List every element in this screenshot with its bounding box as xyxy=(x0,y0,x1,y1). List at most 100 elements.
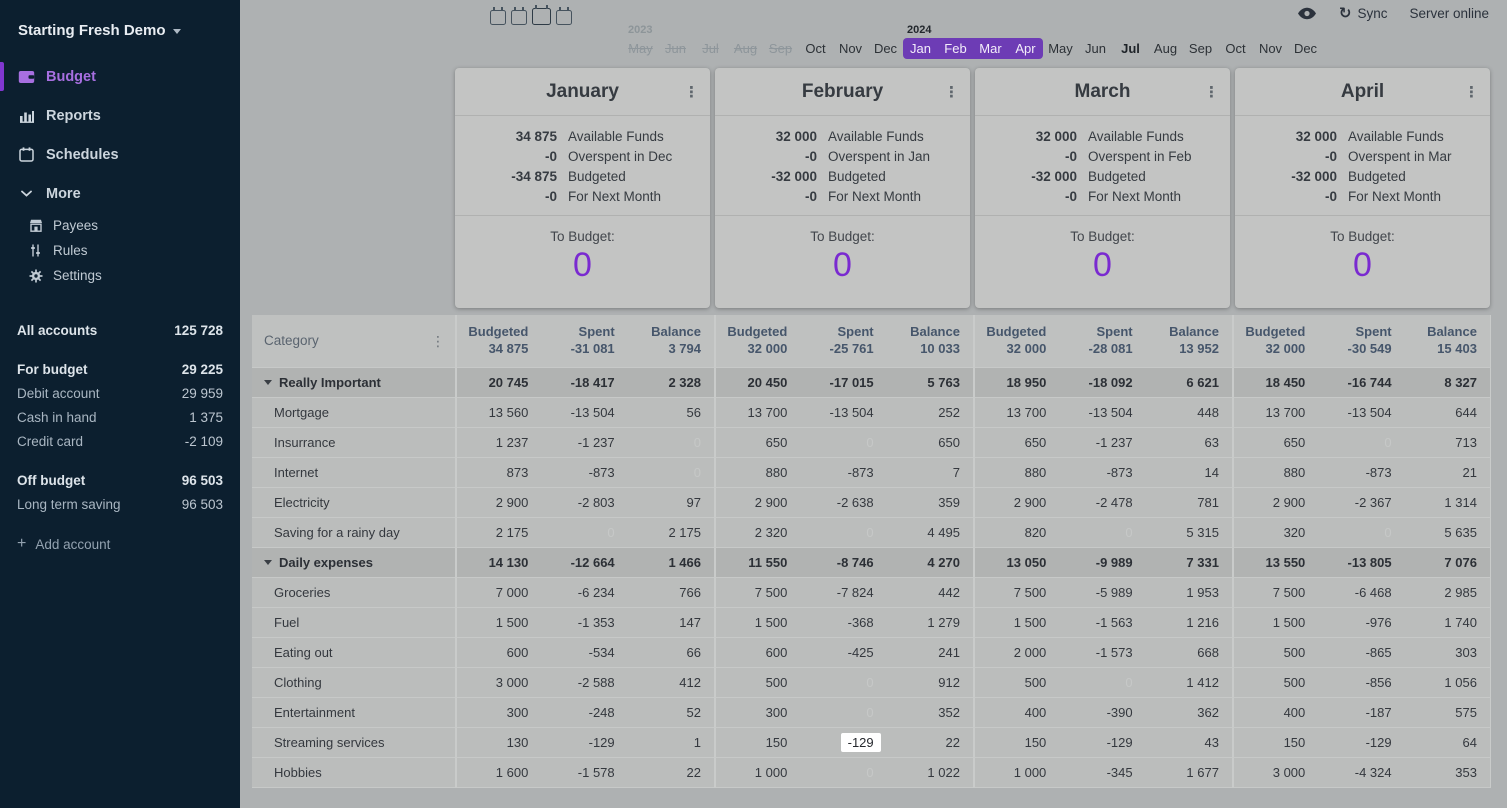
budget-value-cell[interactable]: 713 xyxy=(1405,428,1491,458)
budget-value-cell[interactable]: -8 746 xyxy=(800,548,886,578)
budget-value-cell[interactable]: 650 xyxy=(714,428,800,458)
kebab-menu-icon[interactable]: ⋮ xyxy=(1464,83,1479,101)
budget-value-cell[interactable]: -129 xyxy=(541,728,627,758)
budget-value-cell[interactable]: 600 xyxy=(455,638,541,668)
column-header-budgeted[interactable]: Budgeted32 000 xyxy=(973,315,1059,368)
budget-value-cell[interactable]: 500 xyxy=(1232,638,1318,668)
budget-value-cell[interactable]: -18 092 xyxy=(1059,368,1145,398)
category-name-cell[interactable]: Fuel xyxy=(252,608,455,638)
budget-value-cell[interactable]: -16 744 xyxy=(1318,368,1404,398)
budget-value-cell[interactable]: -129 xyxy=(800,728,886,758)
collapse-triangle-icon[interactable] xyxy=(264,560,272,565)
budget-value-cell[interactable]: 2 320 xyxy=(714,518,800,548)
budget-value-cell[interactable]: 241 xyxy=(887,638,973,668)
category-name-cell[interactable]: Streaming services xyxy=(252,728,455,758)
budget-value-cell[interactable]: 600 xyxy=(714,638,800,668)
column-header-balance[interactable]: Balance10 033 xyxy=(887,315,973,368)
budget-value-cell[interactable]: 1 314 xyxy=(1405,488,1491,518)
budget-value-cell[interactable]: -2 638 xyxy=(800,488,886,518)
budget-value-cell[interactable]: -1 578 xyxy=(541,758,627,788)
budget-value-cell[interactable]: -2 588 xyxy=(541,668,627,698)
budget-value-cell[interactable]: 2 175 xyxy=(455,518,541,548)
budget-value-cell[interactable]: 63 xyxy=(1146,428,1232,458)
sidebar-item-reports[interactable]: Reports xyxy=(0,96,240,135)
budget-value-cell[interactable]: 7 500 xyxy=(973,578,1059,608)
budget-value-cell[interactable]: -248 xyxy=(541,698,627,728)
budget-value-cell[interactable]: 1 xyxy=(628,728,714,758)
budget-value-cell[interactable]: 650 xyxy=(887,428,973,458)
budget-value-cell[interactable]: -534 xyxy=(541,638,627,668)
collapse-triangle-icon[interactable] xyxy=(264,380,272,385)
budget-value-cell[interactable]: -129 xyxy=(1059,728,1145,758)
budget-value-cell[interactable]: 2 328 xyxy=(628,368,714,398)
budget-value-cell[interactable]: 52 xyxy=(628,698,714,728)
budget-value-cell[interactable]: 400 xyxy=(973,698,1059,728)
budget-value-cell[interactable]: 0 xyxy=(800,668,886,698)
account-item-cash-in-hand[interactable]: Cash in hand1 375 xyxy=(0,405,240,429)
budget-value-cell[interactable]: -856 xyxy=(1318,668,1404,698)
budget-value-cell[interactable]: 7 xyxy=(887,458,973,488)
budget-value-cell[interactable]: 1 056 xyxy=(1405,668,1491,698)
month-oct-2024[interactable]: Oct xyxy=(1218,38,1253,59)
budget-value-cell[interactable]: 5 635 xyxy=(1405,518,1491,548)
column-header-balance[interactable]: Balance15 403 xyxy=(1405,315,1491,368)
budget-value-cell[interactable]: -13 504 xyxy=(800,398,886,428)
budget-value-cell[interactable]: 18 950 xyxy=(973,368,1059,398)
budget-value-cell[interactable]: 21 xyxy=(1405,458,1491,488)
month-nov-2024[interactable]: Nov xyxy=(1253,38,1288,59)
budget-value-cell[interactable]: -17 015 xyxy=(800,368,886,398)
budget-value-cell[interactable]: 1 500 xyxy=(1232,608,1318,638)
budget-value-cell[interactable]: 400 xyxy=(1232,698,1318,728)
budget-value-cell[interactable]: -18 417 xyxy=(541,368,627,398)
budget-value-cell[interactable]: 668 xyxy=(1146,638,1232,668)
to-budget-value[interactable]: 0 xyxy=(715,246,970,285)
budget-value-cell[interactable]: 147 xyxy=(628,608,714,638)
category-name-cell[interactable]: Mortgage xyxy=(252,398,455,428)
budget-value-cell[interactable]: 1 000 xyxy=(973,758,1059,788)
budget-file-switcher[interactable]: Starting Fresh Demo xyxy=(18,22,226,39)
budget-value-cell[interactable]: 2 000 xyxy=(973,638,1059,668)
category-name-cell[interactable]: Eating out xyxy=(252,638,455,668)
month-feb-2024[interactable]: Feb xyxy=(938,38,973,59)
budget-value-cell[interactable]: -1 573 xyxy=(1059,638,1145,668)
budget-value-cell[interactable]: 150 xyxy=(1232,728,1318,758)
calendar-4-month-icon[interactable] xyxy=(556,10,572,25)
budget-value-cell[interactable]: -425 xyxy=(800,638,886,668)
month-may-2024[interactable]: May xyxy=(1043,38,1078,59)
budget-value-cell[interactable]: 412 xyxy=(628,668,714,698)
budget-value-cell[interactable]: 2 985 xyxy=(1405,578,1491,608)
account-group-for-budget[interactable]: For budget29 225 xyxy=(0,357,240,381)
budget-value-cell[interactable]: 22 xyxy=(628,758,714,788)
budget-value-cell[interactable]: 1 600 xyxy=(455,758,541,788)
budget-value-cell[interactable]: 500 xyxy=(714,668,800,698)
month-sep-2023[interactable]: Sep xyxy=(763,38,798,59)
column-header-spent[interactable]: Spent-31 081 xyxy=(541,315,627,368)
category-name-cell[interactable]: Saving for a rainy day xyxy=(252,518,455,548)
budget-value-cell[interactable]: -4 324 xyxy=(1318,758,1404,788)
budget-value-cell[interactable]: 13 700 xyxy=(1232,398,1318,428)
budget-value-cell[interactable]: 880 xyxy=(1232,458,1318,488)
category-header-cell[interactable]: Category ⋮ xyxy=(252,315,455,368)
budget-value-cell[interactable]: 781 xyxy=(1146,488,1232,518)
budget-value-cell[interactable]: 1 740 xyxy=(1405,608,1491,638)
budget-value-cell[interactable]: 650 xyxy=(973,428,1059,458)
column-header-budgeted[interactable]: Budgeted32 000 xyxy=(1232,315,1318,368)
budget-value-cell[interactable]: 820 xyxy=(973,518,1059,548)
budget-value-cell[interactable]: -2 478 xyxy=(1059,488,1145,518)
budget-value-cell[interactable]: 64 xyxy=(1405,728,1491,758)
column-header-balance[interactable]: Balance3 794 xyxy=(628,315,714,368)
budget-value-cell[interactable]: 7 500 xyxy=(1232,578,1318,608)
column-header-spent[interactable]: Spent-28 081 xyxy=(1059,315,1145,368)
month-apr-2024[interactable]: Apr xyxy=(1008,38,1043,59)
budget-value-cell[interactable]: -2 367 xyxy=(1318,488,1404,518)
budget-value-cell[interactable]: 4 495 xyxy=(887,518,973,548)
budget-value-cell[interactable]: 7 331 xyxy=(1146,548,1232,578)
budget-value-cell[interactable]: 303 xyxy=(1405,638,1491,668)
to-budget-value[interactable]: 0 xyxy=(975,246,1230,285)
category-name-cell[interactable]: Electricity xyxy=(252,488,455,518)
month-jul-2023[interactable]: Jul xyxy=(693,38,728,59)
budget-value-cell[interactable]: 0 xyxy=(800,698,886,728)
budget-value-cell[interactable]: 912 xyxy=(887,668,973,698)
budget-value-cell[interactable]: 13 700 xyxy=(714,398,800,428)
budget-value-cell[interactable]: 352 xyxy=(887,698,973,728)
